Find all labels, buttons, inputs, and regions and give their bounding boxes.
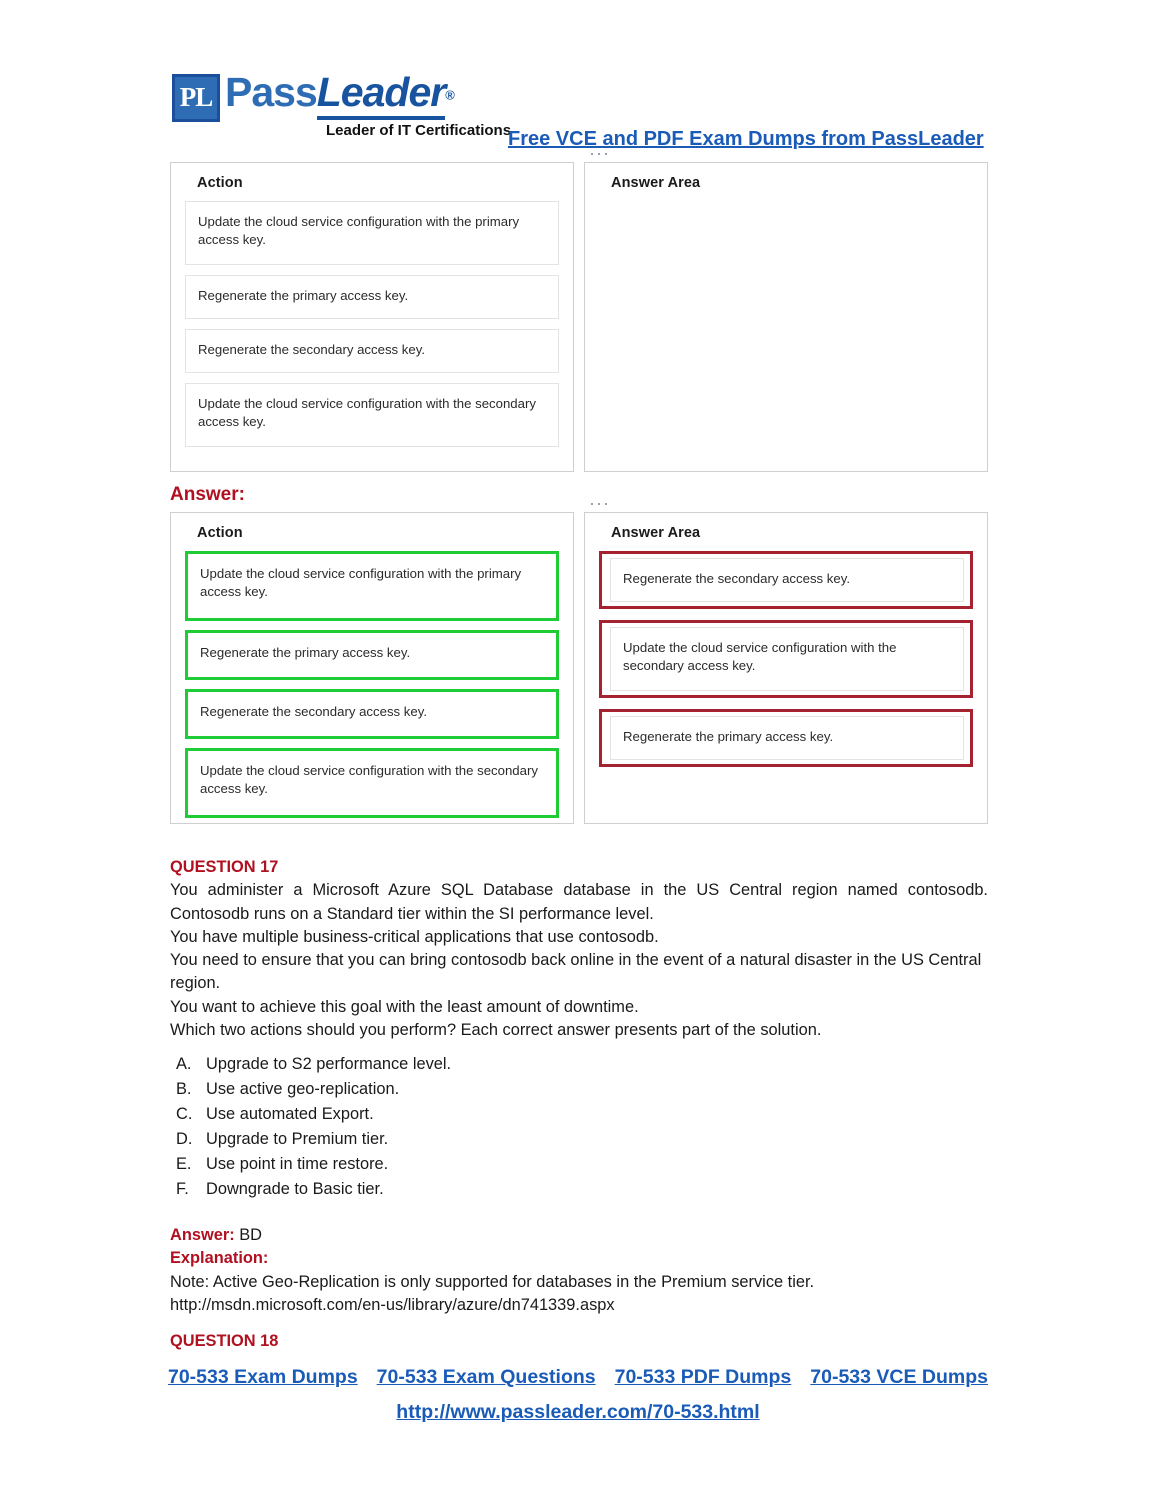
answer-area-dropzone[interactable]: [585, 191, 987, 213]
option-key: A.: [176, 1055, 192, 1073]
option-text: Downgrade to Basic tier.: [206, 1179, 384, 1198]
logo-tagline: Leader of IT Certifications: [326, 122, 512, 139]
answer-value: BD: [239, 1226, 263, 1244]
question-17-options: A. Upgrade to S2 performance level. B. U…: [170, 1052, 451, 1202]
action-item[interactable]: Regenerate the primary access key.: [188, 633, 556, 677]
footer-link-exam-dumps[interactable]: 70-533 Exam Dumps: [168, 1366, 358, 1389]
footer-link-row: 70-533 Exam Dumps 70-533 Exam Questions …: [0, 1366, 1156, 1389]
splitter-handle-icon[interactable]: [591, 153, 607, 155]
answer-action-panel: Action Update the cloud service configur…: [170, 512, 574, 824]
action-highlight: Regenerate the primary access key.: [185, 630, 559, 680]
explanation-label: Explanation:: [170, 1249, 269, 1268]
action-item[interactable]: Update the cloud service configuration w…: [188, 554, 556, 618]
question-17-line: Which two actions should you perform? Ea…: [170, 1021, 822, 1040]
option-key: C.: [176, 1104, 193, 1123]
answer-label: Answer:: [170, 1226, 235, 1244]
question-17-line: You want to achieve this goal with the l…: [170, 997, 639, 1016]
option-key: D.: [176, 1129, 193, 1148]
logo-wordmark: PassLeader®: [225, 69, 455, 120]
answer-item-highlight: Regenerate the primary access key.: [599, 709, 973, 767]
option-text: Upgrade to S2 performance level.: [206, 1055, 452, 1073]
option-row[interactable]: E. Use point in time restore.: [170, 1152, 451, 1177]
answer-action-panel-title: Action: [197, 525, 243, 541]
question-17-heading: QUESTION 17: [170, 858, 279, 876]
option-text: Use automated Export.: [206, 1104, 374, 1123]
explanation-note: Note: Active Geo-Replication is only sup…: [170, 1272, 815, 1291]
answer-area-panel-title: Answer Area: [611, 175, 701, 191]
answer-area-item[interactable]: Regenerate the primary access key.: [610, 716, 964, 760]
option-key: F.: [176, 1179, 189, 1198]
logo-badge-icon: PL: [172, 74, 220, 122]
option-key: B.: [176, 1079, 192, 1098]
answer-area-result-list: Regenerate the secondary access key. Upd…: [585, 541, 987, 790]
option-row[interactable]: F. Downgrade to Basic tier.: [170, 1177, 451, 1202]
action-item[interactable]: Regenerate the secondary access key.: [188, 692, 556, 736]
option-row[interactable]: C. Use automated Export.: [170, 1102, 451, 1127]
option-text: Use point in time restore.: [206, 1154, 389, 1173]
option-row[interactable]: D. Upgrade to Premium tier.: [170, 1127, 451, 1152]
answer-area-item[interactable]: Update the cloud service configuration w…: [610, 627, 964, 691]
answer-area-item[interactable]: Regenerate the secondary access key.: [610, 558, 964, 602]
action-item[interactable]: Update the cloud service configuration w…: [188, 751, 556, 815]
option-text: Upgrade to Premium tier.: [206, 1129, 389, 1148]
page-footer: 70-533 Exam Dumps 70-533 Exam Questions …: [0, 1366, 1156, 1424]
logo-monogram: PL: [179, 81, 214, 112]
action-highlight: Regenerate the secondary access key.: [185, 689, 559, 739]
question-17-answer-block: Answer: BD Explanation: Note: Active Geo…: [170, 1224, 814, 1317]
answer-answer-area-panel[interactable]: Answer Area Regenerate the secondary acc…: [584, 503, 988, 824]
question-17-block: QUESTION 17 You administer a Microsoft A…: [170, 856, 988, 1042]
document-page: PL PassLeader® Leader of IT Certificatio…: [0, 0, 1156, 1496]
answer-section-label: Answer:: [170, 484, 245, 505]
logo-word-pass: Pass: [225, 69, 318, 115]
registered-mark-icon: ®: [445, 87, 455, 103]
splitter-handle-icon[interactable]: [591, 503, 607, 505]
footer-site-url[interactable]: http://www.passleader.com/70-533.html: [396, 1401, 759, 1424]
passleader-logo: PL PassLeader®: [172, 69, 455, 122]
logo-word-leader: Leader: [316, 69, 446, 120]
action-panel-title: Action: [197, 175, 243, 191]
footer-link-vce-dumps[interactable]: 70-533 VCE Dumps: [810, 1366, 988, 1389]
action-highlight: Update the cloud service configuration w…: [185, 748, 559, 818]
action-item[interactable]: Update the cloud service configuration w…: [185, 201, 559, 265]
answer-action-list: Update the cloud service configuration w…: [171, 541, 573, 839]
question-18-heading: QUESTION 18: [170, 1332, 279, 1350]
option-row[interactable]: B. Use active geo-replication.: [170, 1077, 451, 1102]
question-17-line: You need to ensure that you can bring co…: [170, 951, 982, 993]
question-dragdrop-widget: Action Update the cloud service configur…: [170, 153, 988, 472]
action-item[interactable]: Regenerate the secondary access key.: [185, 329, 559, 373]
explanation-url[interactable]: http://msdn.microsoft.com/en-us/library/…: [170, 1294, 814, 1317]
header-promo-link[interactable]: Free VCE and PDF Exam Dumps from PassLea…: [508, 128, 984, 151]
action-item[interactable]: Update the cloud service configuration w…: [185, 383, 559, 447]
answer-answer-area-title: Answer Area: [611, 525, 701, 541]
question-18-block: QUESTION 18: [170, 1330, 988, 1353]
question-17-line: You have multiple business-critical appl…: [170, 927, 659, 946]
page-header: PL PassLeader® Leader of IT Certificatio…: [172, 69, 988, 154]
option-key: E.: [176, 1154, 192, 1173]
answer-item-highlight: Regenerate the secondary access key.: [599, 551, 973, 609]
action-list: Update the cloud service configuration w…: [171, 191, 573, 459]
footer-link-exam-questions[interactable]: 70-533 Exam Questions: [377, 1366, 596, 1389]
option-row[interactable]: A. Upgrade to S2 performance level.: [170, 1052, 451, 1077]
answer-dragdrop-widget: Action Update the cloud service configur…: [170, 503, 988, 824]
action-item[interactable]: Regenerate the primary access key.: [185, 275, 559, 319]
answer-area-panel[interactable]: Answer Area: [584, 153, 988, 472]
answer-item-highlight: Update the cloud service configuration w…: [599, 620, 973, 698]
footer-link-pdf-dumps[interactable]: 70-533 PDF Dumps: [615, 1366, 792, 1389]
action-highlight: Update the cloud service configuration w…: [185, 551, 559, 621]
question-17-paragraph: You administer a Microsoft Azure SQL Dat…: [170, 881, 988, 923]
option-text: Use active geo-replication.: [206, 1079, 400, 1098]
action-panel: Action Update the cloud service configur…: [170, 162, 574, 472]
answer-line: Answer: BD: [170, 1224, 814, 1247]
